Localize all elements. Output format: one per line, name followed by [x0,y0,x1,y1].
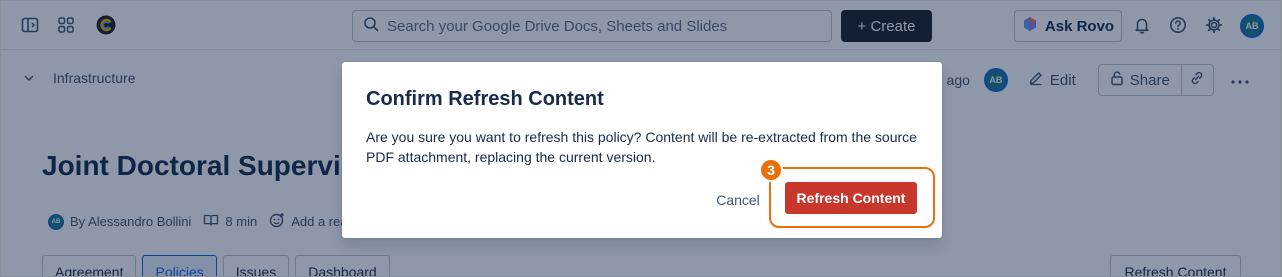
step-number-badge: 3 [759,158,783,182]
dialog-body: Are you sure you want to refresh this po… [366,129,917,165]
cancel-button[interactable]: Cancel [711,184,765,216]
dialog-title: Confirm Refresh Content [366,88,604,110]
step-highlight-outline [769,167,935,228]
app-window: Search your Google Drive Docs, Sheets an… [0,0,1282,277]
